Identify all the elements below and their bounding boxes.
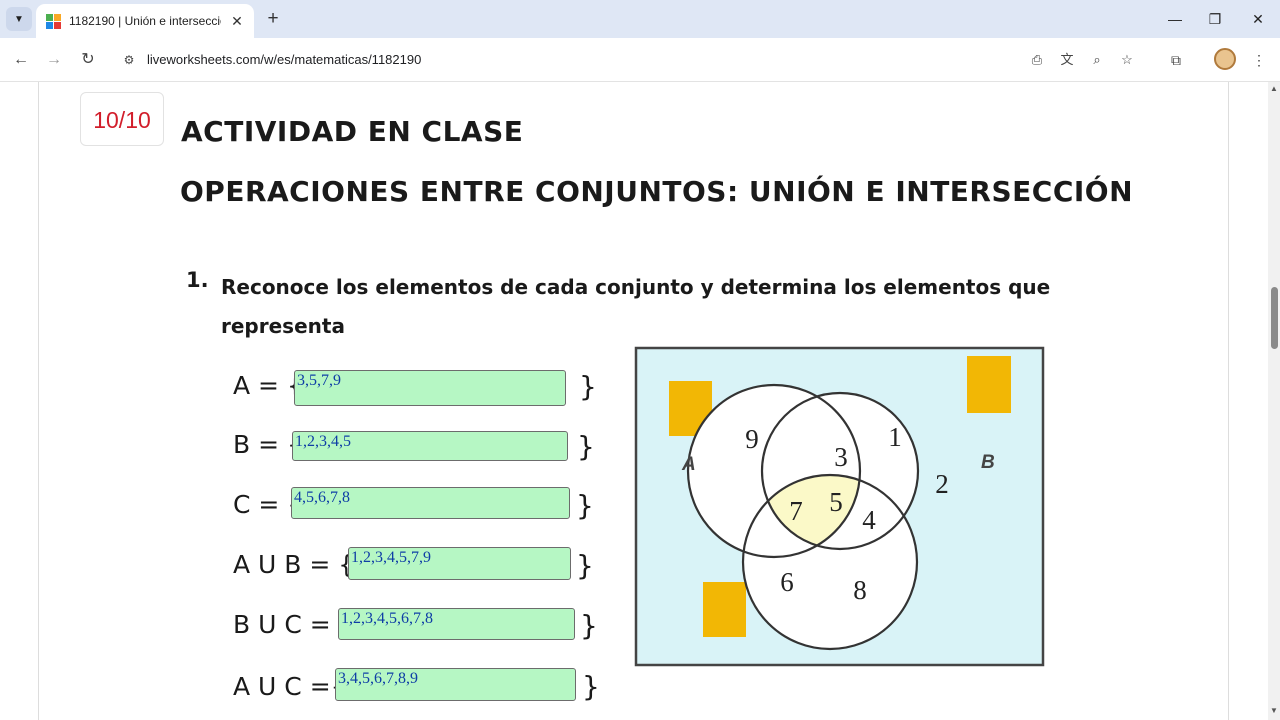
question-text: Reconoce los elementos de cada conjunto … bbox=[221, 275, 1051, 338]
bookmark-star-icon[interactable]: ☆ bbox=[1117, 50, 1137, 70]
set-c-label-box bbox=[703, 582, 746, 637]
worksheet-page: 10/10 ACTIVIDAD EN CLASE OPERACIONES ENT… bbox=[0, 82, 1268, 720]
region-b-c: 4 bbox=[862, 505, 876, 535]
forward-icon[interactable]: → bbox=[42, 48, 66, 72]
union-a-b-label: A U B = { bbox=[233, 550, 355, 579]
union-b-c-answer-field[interactable]: 1,2,3,4,5,6,7,8 bbox=[338, 608, 575, 640]
union-b-c-label: B U C = { bbox=[233, 610, 355, 639]
union-a-b-closing-brace: } bbox=[576, 549, 594, 582]
set-a-answer-field[interactable]: 3,5,7,9 bbox=[294, 370, 566, 406]
sheet-right-edge bbox=[1228, 82, 1229, 720]
extensions-icon[interactable]: ⧉ bbox=[1165, 49, 1187, 71]
restore-icon[interactable]: ❐ bbox=[1200, 6, 1230, 32]
zoom-icon[interactable]: ⌕ bbox=[1087, 50, 1107, 70]
set-a-label: A = { bbox=[233, 371, 303, 400]
set-a-letter: A bbox=[681, 454, 696, 475]
new-tab-icon[interactable]: + bbox=[262, 8, 284, 30]
tab-title: 1182190 | Unión e intersección bbox=[69, 14, 221, 28]
install-app-icon[interactable]: ⎙ bbox=[1027, 50, 1047, 70]
set-b-label-box bbox=[967, 356, 1011, 413]
set-c-answer-field[interactable]: 4,5,6,7,8 bbox=[291, 487, 570, 519]
tab-list-icon[interactable]: ▼ bbox=[6, 7, 32, 31]
scroll-down-arrow-icon[interactable]: ▼ bbox=[1268, 706, 1280, 716]
question-number: 1. bbox=[186, 268, 209, 292]
region-c-only-1: 6 bbox=[780, 567, 794, 597]
set-c-closing-brace: } bbox=[576, 489, 594, 522]
region-a-b: 3 bbox=[834, 442, 848, 472]
reload-icon[interactable]: ↻ bbox=[76, 48, 100, 72]
region-c-only-2: 8 bbox=[853, 575, 867, 605]
url-text[interactable]: liveworksheets.com/w/es/matematicas/1182… bbox=[147, 52, 421, 67]
region-b-only-1: 1 bbox=[888, 422, 902, 452]
sheet-left-edge bbox=[38, 82, 39, 720]
union-a-c-closing-brace: } bbox=[582, 670, 600, 703]
scrollbar-thumb[interactable] bbox=[1271, 287, 1278, 349]
region-b-only-2: 2 bbox=[935, 469, 949, 499]
tab-strip: ▼ 1182190 | Unión e intersección ✕ + — ❐… bbox=[0, 0, 1280, 38]
union-a-c-answer-field[interactable]: 3,4,5,6,7,8,9 bbox=[335, 668, 576, 701]
worksheet-subtitle: OPERACIONES ENTRE CONJUNTOS: UNIÓN E INT… bbox=[180, 175, 1134, 208]
region-a-only: 9 bbox=[745, 424, 759, 454]
set-b-answer-field[interactable]: 1,2,3,4,5 bbox=[292, 431, 568, 461]
site-favicon-icon bbox=[46, 13, 61, 29]
region-a-b-c: 5 bbox=[829, 487, 843, 517]
set-a-closing-brace: } bbox=[579, 370, 597, 403]
active-tab[interactable]: 1182190 | Unión e intersección ✕ bbox=[36, 4, 254, 38]
menu-icon[interactable]: ⋮ bbox=[1248, 49, 1270, 71]
scroll-up-arrow-icon[interactable]: ▲ bbox=[1268, 84, 1280, 94]
window-close-icon[interactable]: ✕ bbox=[1243, 6, 1273, 32]
vertical-scrollbar[interactable]: ▲ ▼ bbox=[1268, 82, 1280, 720]
close-icon[interactable]: ✕ bbox=[228, 12, 246, 30]
avatar[interactable] bbox=[1214, 48, 1236, 70]
union-b-c-closing-brace: } bbox=[580, 609, 598, 642]
browser-toolbar: ← → ↻ ⚙ liveworksheets.com/w/es/matemati… bbox=[0, 38, 1280, 82]
back-icon[interactable]: ← bbox=[9, 48, 33, 72]
address-bar[interactable]: ⚙ liveworksheets.com/w/es/matematicas/11… bbox=[112, 44, 1152, 76]
region-a-c: 7 bbox=[789, 496, 803, 526]
worksheet-title: ACTIVIDAD EN CLASE bbox=[181, 115, 524, 148]
venn-diagram: A B C 9 3 5 1 2 7 4 6 8 bbox=[634, 346, 1045, 667]
union-a-b-answer-field[interactable]: 1,2,3,4,5,7,9 bbox=[348, 547, 571, 580]
site-info-icon[interactable]: ⚙ bbox=[120, 51, 138, 69]
set-b-closing-brace: } bbox=[577, 430, 595, 463]
union-a-c-label: A U C ={ bbox=[233, 672, 347, 701]
minimize-icon[interactable]: — bbox=[1160, 6, 1190, 32]
translate-icon[interactable]: 文 bbox=[1057, 50, 1077, 70]
score-badge: 10/10 bbox=[80, 92, 164, 146]
set-b-letter: B bbox=[981, 452, 995, 473]
